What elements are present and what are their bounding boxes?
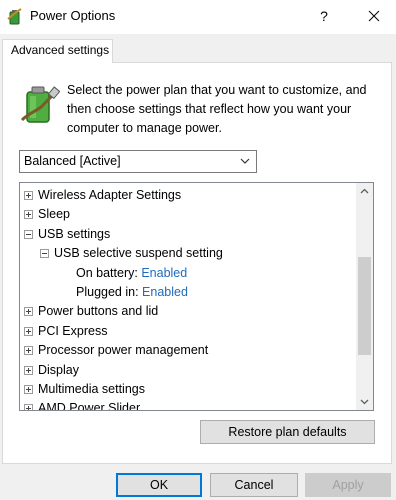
tab-advanced-settings[interactable]: Advanced settings [2,39,113,63]
tree-row-text: Power buttons and lid [38,304,159,319]
tree-row[interactable]: On battery: Enabled [20,264,354,283]
expand-plus-icon[interactable] [24,404,33,410]
tree-row-value-link[interactable]: Enabled [141,266,187,280]
close-button[interactable] [356,0,392,32]
scroll-thumb[interactable] [358,257,371,355]
tree-row-text: AMD Power Slider [38,401,141,411]
apply-button[interactable]: Apply [305,473,391,497]
tree-row[interactable]: Multimedia settings [20,380,354,399]
tree-row-text: Wireless Adapter Settings [38,188,182,202]
collapse-minus-icon[interactable] [40,249,49,259]
chevron-down-icon [240,158,250,164]
tree-row-label: AMD Power Slider [38,399,141,411]
tree-row[interactable]: Processor power management [20,341,354,360]
restore-plan-defaults-button[interactable]: Restore plan defaults [200,420,375,444]
power-plan-selected: Balanced [Active] [24,154,121,168]
help-button[interactable]: ? [306,0,342,32]
tree-row[interactable]: Power buttons and lid [20,302,354,321]
tree-row-text: PCI Express [38,323,108,338]
expand-plus-icon[interactable] [24,210,33,220]
power-plan-dropdown[interactable]: Balanced [Active] [19,150,257,173]
tree-row-text: USB selective suspend setting [54,246,223,261]
tree-row-text: USB settings [38,226,111,241]
tree-row[interactable]: Wireless Adapter Settings [20,186,354,205]
tree-row[interactable]: Sleep [20,205,354,224]
tree-row-label: PCI Express [38,322,107,341]
tree-row[interactable]: USB selective suspend setting [20,244,354,263]
tree-row-text: Multimedia settings [38,382,145,396]
tree-row[interactable]: Display [20,361,354,380]
expand-plus-icon[interactable] [24,385,33,394]
tree-row[interactable]: PCI Express [20,322,354,341]
tree-row-text: Sleep [38,207,70,222]
tree-row-label: USB settings [38,225,110,244]
battery-plug-icon [20,86,60,123]
vertical-scrollbar[interactable] [356,183,373,410]
expand-plus-icon[interactable] [24,346,33,356]
tree-row[interactable]: USB settings [20,225,354,244]
tree-row-text: Plugged in: [76,285,139,299]
chevron-up-icon [360,188,369,194]
tree-row-label: USB selective suspend setting [54,244,223,263]
tree-row-label: Multimedia settings [38,380,145,399]
tree-row-label: Display [38,361,79,380]
description-text: Select the power plan that you want to c… [67,83,367,135]
settings-tree[interactable]: Wireless Adapter Settings Sleep USB settin… [19,182,374,411]
tree-row-label: Power buttons and lid [38,302,158,321]
tree-row-text: On battery: [76,265,138,280]
expand-plus-icon[interactable] [24,191,33,200]
expand-plus-icon[interactable] [24,326,33,336]
tree-row-label: On battery: Enabled [76,264,187,283]
collapse-minus-icon[interactable] [24,229,33,239]
tree-row-text: Processor power management [38,343,209,358]
cancel-button[interactable]: Cancel [210,473,298,497]
scroll-up-button[interactable] [356,183,373,200]
tree-row[interactable]: Plugged in: Enabled [20,283,354,302]
chevron-down-icon [360,399,369,405]
tree-row-label: Plugged in: Enabled [76,283,188,302]
power-options-icon [7,8,22,25]
tree-row-text: Display [38,362,79,377]
scroll-down-button[interactable] [356,393,373,410]
tree-row-value-link[interactable]: Enabled [142,285,188,299]
title-bar: Power Options ? [0,0,396,34]
tree-row[interactable]: AMD Power Slider [20,399,354,411]
tree-row-label: Sleep [38,205,70,224]
expand-plus-icon[interactable] [24,365,33,375]
tree-row-label: Processor power management [38,341,208,360]
ok-button[interactable]: OK [116,473,202,497]
expand-plus-icon[interactable] [24,307,33,317]
tree-row-label: Wireless Adapter Settings [38,186,181,205]
close-icon [368,10,380,22]
window-title: Power Options [30,8,116,23]
